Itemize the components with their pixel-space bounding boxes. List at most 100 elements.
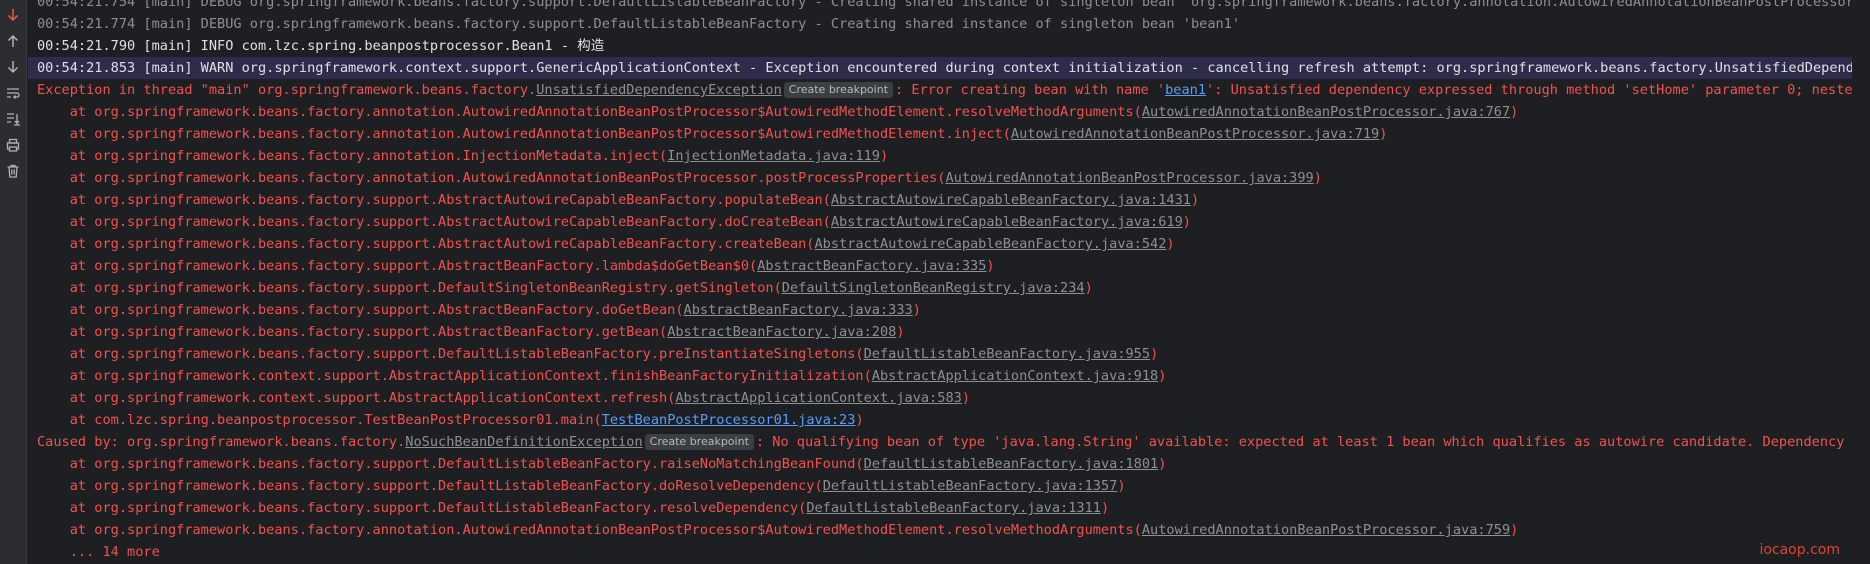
line-text: ) — [1100, 500, 1110, 516]
line-text: ) — [1158, 368, 1167, 384]
line-text: ) — [1166, 236, 1175, 252]
line-text: at org.springframework.beans.factory.sup… — [37, 258, 758, 274]
source-link[interactable]: AbstractApplicationContext.java:918 — [872, 365, 1158, 387]
more-frames-line: ... 14 more — [37, 541, 160, 563]
line-text: 00:54:21.853 [main] WARN org.springframe… — [37, 60, 1852, 76]
source-link[interactable]: AbstractBeanFactory.java:335 — [757, 255, 986, 277]
source-link[interactable]: DefaultSingletonBeanRegistry.java:234 — [782, 277, 1085, 299]
source-link[interactable]: bean1 — [1165, 79, 1206, 101]
source-link[interactable]: DefaultListableBeanFactory.java:1311 — [806, 497, 1101, 519]
stack-frame-line: at org.springframework.beans.factory.sup… — [37, 299, 921, 321]
line-text: 00:54:21.774 [main] DEBUG org.springfram… — [37, 16, 1241, 32]
line-text: ) — [1510, 522, 1519, 538]
source-link[interactable]: AbstractBeanFactory.java:333 — [684, 299, 913, 321]
line-text: ) — [1379, 126, 1388, 142]
source-link[interactable]: NoSuchBeanDefinitionException — [405, 431, 642, 453]
line-text: at org.springframework.beans.factory.sup… — [37, 214, 831, 230]
source-link[interactable]: AutowiredAnnotationBeanPostProcessor.jav… — [1142, 101, 1510, 123]
stack-frame-line: at org.springframework.beans.factory.ann… — [37, 519, 1519, 541]
line-text: ) — [855, 412, 864, 428]
line-text: ) — [1510, 104, 1519, 120]
line-text: ) — [1190, 192, 1200, 208]
line-text: : No qualifying bean of type 'java.lang.… — [755, 434, 1845, 450]
line-text: at org.springframework.beans.factory.sup… — [37, 192, 831, 208]
line-text: at org.springframework.beans.factory.sup… — [37, 456, 864, 472]
source-link[interactable]: InjectionMetadata.java:119 — [667, 145, 880, 167]
line-text: ) — [912, 302, 921, 318]
create-breakpoint-button[interactable]: Create breakpoint — [783, 82, 894, 98]
stack-frame-line: at org.springframework.beans.factory.sup… — [37, 497, 1109, 519]
scroll-to-end-icon[interactable] — [1, 108, 25, 130]
line-text: : Error creating bean with name ' — [895, 82, 1166, 98]
line-text: ) — [1084, 280, 1093, 296]
exception-line: Exception in thread "main" org.springfra… — [37, 79, 1852, 101]
source-link[interactable]: AutowiredAnnotationBeanPostProcessor.jav… — [1142, 519, 1510, 541]
line-text: at org.springframework.beans.factory.ann… — [37, 522, 1142, 538]
stack-frame-line: at org.springframework.beans.factory.sup… — [37, 189, 1199, 211]
line-text: 00:54:21.790 [main] INFO com.lzc.spring.… — [37, 38, 605, 54]
print-icon[interactable] — [1, 134, 25, 156]
line-text: ) — [961, 390, 971, 406]
trash-icon[interactable] — [1, 160, 25, 182]
source-link[interactable]: AutowiredAnnotationBeanPostProcessor.jav… — [1011, 123, 1379, 145]
line-text: ': Unsatisfied dependency expressed thro… — [1206, 82, 1852, 98]
vertical-scrollbar[interactable] — [1852, 0, 1870, 564]
line-text: ) — [1313, 170, 1322, 186]
arrow-down-icon[interactable] — [1, 56, 25, 78]
line-text: at org.springframework.beans.factory.ann… — [37, 148, 668, 164]
line-text: at org.springframework.beans.factory.sup… — [37, 478, 823, 494]
line-text: ) — [1117, 478, 1126, 494]
stack-frame-line: at org.springframework.beans.factory.sup… — [37, 343, 1159, 365]
soft-wrap-icon[interactable] — [1, 82, 25, 104]
source-link[interactable]: TestBeanPostProcessor01.java:23 — [602, 409, 856, 431]
source-link[interactable]: AbstractAutowireCapableBeanFactory.java:… — [831, 211, 1183, 233]
line-text: at com.lzc.spring.beanpostprocessor.Test… — [37, 412, 602, 428]
line-text: 00:54:21.754 [main] DEBUG org.springfram… — [37, 0, 1852, 10]
stack-frame-line: at org.springframework.beans.factory.ann… — [37, 145, 888, 167]
line-text: at org.springframework.context.support.A… — [37, 390, 676, 406]
line-text: at org.springframework.beans.factory.sup… — [37, 280, 782, 296]
line-text: at org.springframework.context.support.A… — [37, 368, 872, 384]
source-link[interactable]: DefaultListableBeanFactory.java:1357 — [823, 475, 1118, 497]
watermark: iocaop.com — [1759, 542, 1840, 558]
line-text: at org.springframework.beans.factory.sup… — [37, 500, 807, 516]
arrow-down-red-icon[interactable] — [1, 4, 25, 26]
line-text: at org.springframework.beans.factory.ann… — [37, 126, 1011, 142]
line-text: ) — [1158, 456, 1167, 472]
stack-frame-line: at org.springframework.beans.factory.ann… — [37, 123, 1388, 145]
line-text: Caused by: org.springframework.beans.fac… — [37, 434, 406, 450]
source-link[interactable]: UnsatisfiedDependencyException — [536, 79, 782, 101]
line-text: at org.springframework.beans.factory.sup… — [37, 236, 815, 252]
source-link[interactable]: AbstractAutowireCapableBeanFactory.java:… — [831, 189, 1191, 211]
source-link[interactable]: AutowiredAnnotationBeanPostProcessor.jav… — [945, 167, 1313, 189]
line-text: ) — [896, 324, 905, 340]
source-link[interactable]: DefaultListableBeanFactory.java:955 — [864, 343, 1150, 365]
stack-frame-line: at org.springframework.beans.factory.ann… — [37, 101, 1519, 123]
line-text: at org.springframework.beans.factory.sup… — [37, 346, 864, 362]
stack-frame-line: at org.springframework.beans.factory.ann… — [37, 167, 1322, 189]
log-line: 00:54:21.754 [main] DEBUG org.springfram… — [37, 0, 1852, 13]
source-link[interactable]: AbstractBeanFactory.java:208 — [667, 321, 896, 343]
stack-frame-line: at org.springframework.beans.factory.sup… — [37, 321, 905, 343]
log-line: 00:54:21.774 [main] DEBUG org.springfram… — [37, 13, 1240, 35]
line-text: ) — [879, 148, 889, 164]
stack-frame-line: at org.springframework.beans.factory.sup… — [37, 475, 1126, 497]
line-text: Exception in thread "main" org.springfra… — [37, 82, 537, 98]
console-output[interactable]: 00:54:21.754 [main] DEBUG org.springfram… — [28, 0, 1852, 564]
console-toolbar — [0, 0, 27, 564]
source-link[interactable]: DefaultListableBeanFactory.java:1801 — [864, 453, 1159, 475]
stack-frame-line: at org.springframework.context.support.A… — [37, 365, 1167, 387]
line-text: at org.springframework.beans.factory.sup… — [37, 324, 668, 340]
source-link[interactable]: AbstractApplicationContext.java:583 — [675, 387, 961, 409]
stack-frame-line: at org.springframework.beans.factory.sup… — [37, 233, 1175, 255]
arrow-up-icon[interactable] — [1, 30, 25, 52]
line-text: at org.springframework.beans.factory.ann… — [37, 104, 1142, 120]
stack-frame-line: at org.springframework.beans.factory.sup… — [37, 211, 1191, 233]
stack-frame-line: at com.lzc.spring.beanpostprocessor.Test… — [37, 409, 864, 431]
log-line: 00:54:21.790 [main] INFO com.lzc.spring.… — [37, 35, 604, 57]
source-link[interactable]: AbstractAutowireCapableBeanFactory.java:… — [815, 233, 1167, 255]
line-text: ... 14 more — [37, 544, 160, 560]
create-breakpoint-button[interactable]: Create breakpoint — [644, 434, 754, 450]
stack-frame-line: at org.springframework.context.support.A… — [37, 387, 970, 409]
line-text: ) — [1182, 214, 1191, 230]
